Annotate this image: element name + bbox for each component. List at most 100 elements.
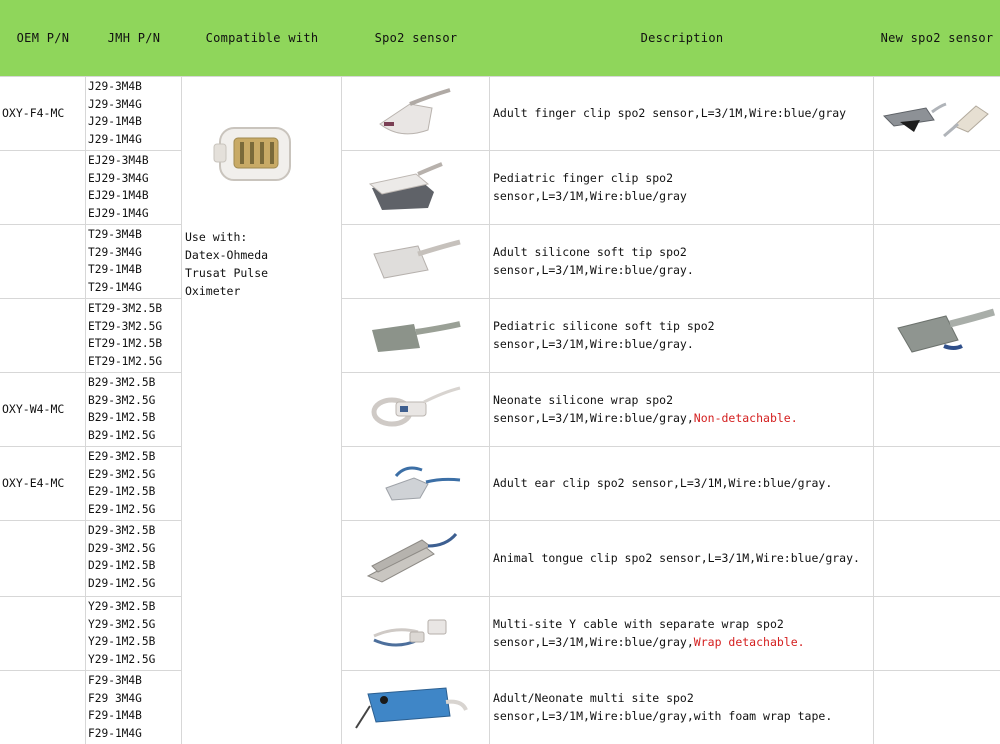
description-line: Adult/Neonate multi site spo2: [493, 689, 832, 707]
description-line: Pediatric silicone soft tip spo2: [493, 317, 715, 335]
description-text: Neonate silicone wrap spo2: [493, 393, 674, 407]
jmh-pn: B29-3M2.5B: [88, 376, 156, 389]
jmh-pn: B29-1M2.5G: [88, 428, 156, 442]
jmh-pn: EJ29-1M4G: [88, 206, 149, 220]
jmh-pn: ET29-1M2.5B: [88, 337, 163, 351]
jmh-pn: EJ29-3M4G: [88, 171, 149, 185]
description-text: sensor,L=3/1M,Wire:blue/gray,: [493, 635, 694, 649]
description-line: sensor,L=3/1M,Wire:blue/gray,with foam w…: [493, 707, 832, 725]
jmh-pn: EJ29-3M4B: [88, 154, 149, 167]
compat-line: Trusat Pulse: [185, 266, 269, 280]
description-line: Adult finger clip spo2 sensor,L=3/1M,Wir…: [493, 104, 846, 122]
jmh-pn: D29-1M2.5G: [88, 576, 156, 590]
jmh-pn: D29-3M2.5G: [88, 541, 156, 555]
jmh-pn-list: J29-3M4B J29-3M4G J29-1M4B J29-1M4G: [88, 78, 182, 148]
ear-clip-image: [385, 466, 461, 501]
grid-line: [85, 76, 86, 744]
jmh-pn: F29-1M4G: [88, 726, 142, 740]
jmh-pn-list: Y29-3M2.5B Y29-3M2.5G Y29-1M2.5B Y29-1M2.5G: [88, 598, 182, 668]
jmh-pn: T29-1M4B: [88, 263, 142, 277]
description-text: Animal tongue clip spo2 sensor,L=3/1M,Wi…: [493, 551, 860, 565]
new-soft-tip-image: [897, 308, 996, 353]
compat-line: Use with:: [185, 230, 248, 244]
jmh-pn-list: D29-3M2.5B D29-3M2.5G D29-1M2.5B D29-1M2.5G: [88, 522, 182, 592]
jmh-pn: Y29-3M2.5G: [88, 617, 156, 631]
y-cable-image: [373, 619, 447, 647]
jmh-pn: E29-3M2.5B: [88, 450, 156, 463]
jmh-pn-list: F29-3M4B F29 3M4G F29-1M4B F29-1M4G: [88, 672, 182, 742]
description-line: sensor,L=3/1M,Wire:blue/gray,Non-detacha…: [493, 409, 798, 427]
jmh-pn: D29-1M2.5B: [88, 559, 156, 573]
compat-text: Use with: Datex-Ohmeda Trusat Pulse Oxim…: [185, 228, 335, 300]
grid-line: [0, 298, 182, 299]
jmh-pn: T29-1M4G: [88, 280, 142, 294]
jmh-pn: ET29-3M2.5B: [88, 302, 163, 315]
jmh-pn: E29-1M2.5G: [88, 502, 156, 516]
description-note: Non-detachable.: [693, 411, 798, 425]
description-text: sensor,L=3/1M,Wire:blue/gray.: [493, 263, 694, 277]
description-cell: Adult/Neonate multi site spo2 sensor,L=3/…: [493, 670, 873, 744]
description-line: Neonate silicone wrap spo2: [493, 391, 798, 409]
multi-site-foam-image: [355, 687, 468, 729]
grid-line: [489, 76, 490, 744]
description-cell: Pediatric silicone soft tip spo2 sensor,L…: [493, 298, 873, 372]
description-line: sensor,L=3/1M,Wire:blue/gray,Wrap detach…: [493, 633, 805, 651]
description-text: Adult finger clip spo2 sensor,L=3/1M,Wir…: [493, 106, 847, 120]
jmh-pn: Y29-1M2.5B: [88, 635, 156, 649]
description-cell: Animal tongue clip spo2 sensor,L=3/1M,Wi…: [493, 520, 873, 596]
description-text: Multi-site Y cable with separate wrap sp…: [493, 617, 784, 631]
description-cell: Adult silicone soft tip spo2 sensor,L=3/1…: [493, 224, 873, 298]
description-text: sensor,L=3/1M,Wire:blue/gray,: [493, 411, 694, 425]
adult-soft-tip-image: [373, 239, 461, 279]
jmh-pn: T29-3M4G: [88, 245, 142, 259]
description-text: sensor,L=3/1M,Wire:blue/gray,with foam w…: [493, 709, 833, 723]
grid-line: [0, 150, 182, 151]
jmh-pn-list: ET29-3M2.5B ET29-3M2.5G ET29-1M2.5B ET29-1M…: [88, 300, 182, 370]
grid-line: [341, 76, 342, 744]
description-line: sensor,L=3/1M,Wire:blue/gray.: [493, 335, 715, 353]
grid-line: [0, 224, 182, 225]
description-text: Adult silicone soft tip spo2: [493, 245, 687, 259]
neonate-wrap-image: [371, 386, 461, 427]
jmh-pn: E29-3M2.5G: [88, 467, 156, 481]
jmh-pn: J29-3M4G: [88, 97, 142, 111]
tongue-clip-image: [366, 533, 458, 583]
jmh-pn: J29-1M4G: [88, 132, 142, 146]
grid-line: [0, 520, 182, 521]
connector-image: [213, 127, 291, 181]
description-line: sensor,L=3/1M,Wire:blue/gray.: [493, 261, 694, 279]
jmh-pn: B29-1M2.5B: [88, 411, 156, 425]
description-cell: Multi-site Y cable with separate wrap sp…: [493, 596, 873, 670]
jmh-pn: Y29-3M2.5B: [88, 600, 156, 613]
description-text: Adult ear clip spo2 sensor,L=3/1M,Wire:b…: [493, 476, 833, 490]
jmh-pn: ET29-1M2.5G: [88, 354, 163, 368]
grid-line: [873, 76, 874, 744]
description-line: Pediatric finger clip spo2 sensor,L=3/1M…: [493, 169, 873, 205]
oem-pn-cell: OXY-F4-MC: [2, 106, 65, 120]
new-finger-clip-image: [882, 102, 989, 138]
description-line: Adult ear clip spo2 sensor,L=3/1M,Wire:b…: [493, 474, 832, 492]
description-text: Adult/Neonate multi site spo2: [493, 691, 694, 705]
jmh-pn: ET29-3M2.5G: [88, 319, 163, 333]
jmh-pn: T29-3M4B: [88, 228, 142, 241]
grid-line: [0, 596, 182, 597]
jmh-pn: Y29-1M2.5G: [88, 652, 156, 666]
description-cell: Pediatric finger clip spo2 sensor,L=3/1M…: [493, 150, 873, 224]
jmh-pn: F29-3M4B: [88, 674, 142, 687]
jmh-pn: F29-1M4B: [88, 709, 142, 723]
description-text: Pediatric finger clip spo2 sensor,L=3/1M…: [493, 171, 687, 203]
jmh-pn-list: EJ29-3M4B EJ29-3M4G EJ29-1M4B EJ29-1M4G: [88, 152, 182, 222]
jmh-pn-list: T29-3M4B T29-3M4G T29-1M4B T29-1M4G: [88, 226, 182, 296]
description-cell: Adult finger clip spo2 sensor,L=3/1M,Wir…: [493, 76, 873, 150]
adult-finger-clip-image: [379, 88, 451, 135]
description-line: Adult silicone soft tip spo2: [493, 243, 694, 261]
compat-line: Datex-Ohmeda: [185, 248, 269, 262]
description-line: Multi-site Y cable with separate wrap sp…: [493, 615, 805, 633]
description-text: Pediatric silicone soft tip spo2: [493, 319, 715, 333]
jmh-pn: E29-1M2.5B: [88, 485, 156, 499]
description-cell: Neonate silicone wrap spo2 sensor,L=3/1M,…: [493, 372, 873, 446]
oem-pn-cell: OXY-E4-MC: [2, 476, 65, 490]
oem-pn-cell: OXY-W4-MC: [2, 402, 65, 416]
jmh-pn: B29-3M2.5G: [88, 393, 156, 407]
jmh-pn: D29-3M2.5B: [88, 524, 156, 537]
